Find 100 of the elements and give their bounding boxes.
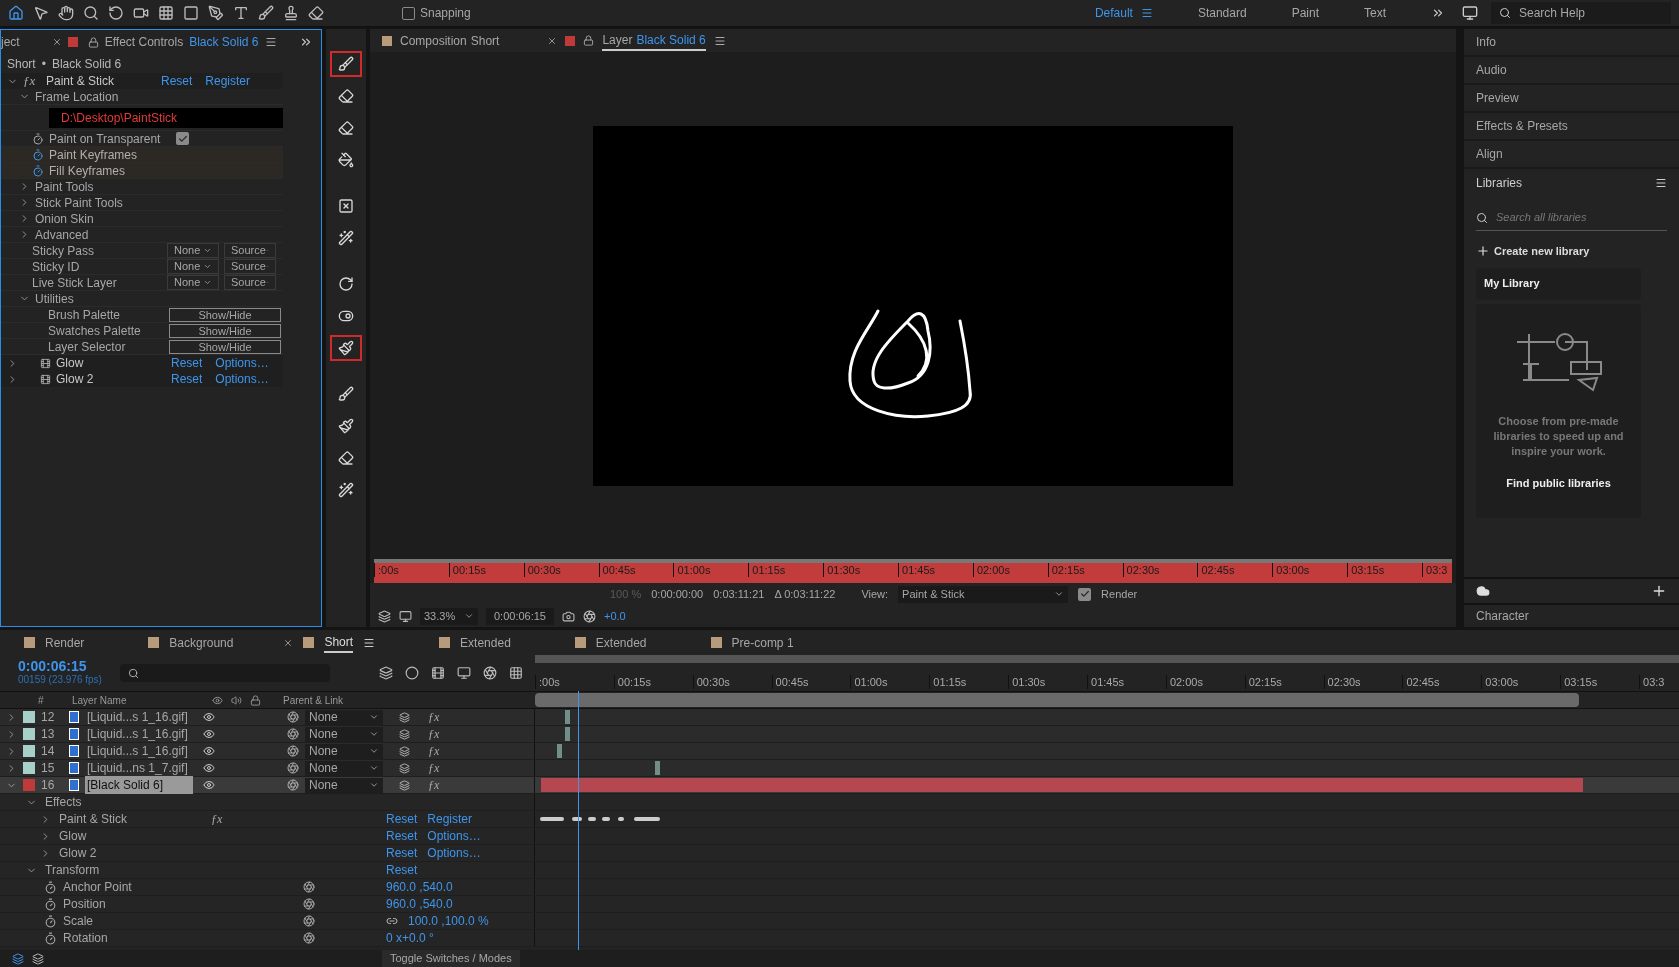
panel-item[interactable]: Effects & Presets [1464, 113, 1679, 141]
fx-switch[interactable]: ƒx [428, 708, 440, 726]
checkbox[interactable] [402, 6, 415, 20]
paint-tool[interactable] [330, 51, 362, 77]
create-library-link[interactable]: Create new library [1494, 243, 1590, 260]
search-field[interactable]: Search Help [1491, 2, 1671, 24]
parent-dropdown[interactable]: None [305, 777, 383, 793]
eye-icon[interactable] [203, 711, 215, 723]
cloud-icon[interactable] [1476, 584, 1490, 598]
exposure-value[interactable]: +0.0 [604, 607, 626, 625]
camera-icon[interactable] [562, 609, 575, 623]
eraser-icon[interactable] [308, 5, 324, 21]
eye-icon[interactable] [203, 745, 215, 757]
panel-item[interactable]: Preview [1464, 85, 1679, 113]
close-icon[interactable] [547, 35, 558, 46]
layers-icon[interactable] [32, 952, 44, 965]
lock-icon[interactable] [87, 36, 99, 48]
rotate-icon[interactable] [108, 5, 124, 21]
stamp-icon[interactable] [283, 5, 299, 21]
effect-link[interactable]: Reset [386, 844, 418, 862]
pointer-icon[interactable] [33, 5, 49, 21]
layer-name[interactable]: [Black Solid 6] [85, 776, 193, 794]
in-point[interactable]: 0:00:00:00 [651, 585, 704, 603]
stopwatch-icon[interactable] [32, 148, 44, 161]
close-icon[interactable] [283, 637, 294, 648]
fx-switch[interactable]: ƒx [428, 759, 440, 777]
parent-dropdown[interactable]: None [305, 760, 383, 776]
panel-title[interactable]: Libraries [1476, 174, 1523, 192]
eye-icon[interactable] [203, 762, 215, 774]
layer-row[interactable]: 16 [Black Solid 6] None ƒx [0, 777, 1679, 794]
eye-icon[interactable] [203, 728, 215, 740]
layer-name[interactable]: [Liquid...ns 1_7.gif] [85, 759, 193, 777]
menu-icon[interactable] [363, 636, 376, 649]
menu-icon[interactable] [1655, 177, 1667, 189]
zoom-dropdown[interactable]: 33.3% [420, 607, 478, 625]
effect-link[interactable]: Reset [161, 72, 193, 90]
composition-tab[interactable]: Extended [595, 633, 647, 652]
eye-icon[interactable] [212, 694, 223, 706]
checkbox[interactable] [176, 132, 189, 145]
label-swatch[interactable] [23, 779, 35, 791]
column-header[interactable]: Parent & Link [283, 692, 344, 708]
grid-icon[interactable] [158, 5, 174, 21]
layer-row[interactable]: 12 [Liquid...s 1_16.gif] None ƒx [0, 709, 1679, 726]
column-header[interactable]: # [38, 692, 64, 708]
dropdown[interactable]: Source [224, 243, 276, 258]
composition-tab[interactable]: Background [169, 633, 234, 652]
property-value[interactable]: 960.0 ,540.0 [386, 895, 453, 913]
dropdown[interactable]: Source [224, 259, 276, 274]
property-value[interactable]: 0 x+0.0 ° [386, 929, 434, 947]
library-search-field[interactable]: Search all libraries [1476, 205, 1667, 231]
layer-name[interactable]: [Liquid...s 1_16.gif] [85, 708, 193, 726]
view-dropdown[interactable]: Paint & Stick [898, 585, 1069, 603]
paint-tool[interactable] [330, 335, 362, 361]
label-swatch[interactable] [23, 745, 35, 757]
link-icon[interactable] [386, 915, 398, 927]
stopwatch-icon[interactable] [44, 897, 57, 911]
stopwatch-icon[interactable] [44, 931, 57, 945]
layer-search-field[interactable] [119, 664, 330, 682]
eye-icon[interactable] [203, 779, 215, 791]
plus-icon[interactable] [1651, 583, 1667, 599]
camera-icon[interactable] [133, 5, 149, 21]
layer-name[interactable]: [Liquid...s 1_16.gif] [85, 742, 193, 760]
effect-link[interactable]: Reset [171, 354, 203, 372]
type-icon[interactable] [233, 5, 249, 21]
brush-icon[interactable] [258, 5, 274, 21]
viewer-tab[interactable]: Composition Short [400, 31, 500, 50]
find-libraries-link[interactable]: Find public libraries [1506, 474, 1611, 491]
menu-icon[interactable] [264, 36, 277, 48]
stopwatch-icon[interactable] [32, 164, 44, 177]
switch-icon[interactable] [399, 745, 410, 757]
parent-dropdown[interactable]: None [305, 726, 383, 742]
hand-icon[interactable] [58, 5, 74, 21]
workspace-tab[interactable]: Text [1364, 4, 1386, 22]
panel-item[interactable]: Info [1464, 29, 1679, 57]
toggle-modes-button[interactable]: Toggle Switches / Modes [382, 950, 520, 967]
panel-tab[interactable]: ject [1, 33, 20, 51]
effect-link[interactable]: Options… [215, 370, 269, 388]
effect-link[interactable]: Options… [427, 844, 481, 862]
label-swatch[interactable] [23, 762, 35, 774]
effect-link[interactable]: Reset [171, 370, 203, 388]
dropdown[interactable]: None [167, 275, 219, 290]
menu-icon[interactable] [713, 34, 726, 47]
layer-row[interactable]: 15 [Liquid...ns 1_7.gif] None ƒx [0, 760, 1679, 777]
show-hide-button[interactable]: Show/Hide [169, 339, 281, 354]
home-icon[interactable] [8, 5, 24, 21]
timecode-field[interactable]: 0:00:06:15 [486, 607, 554, 625]
fx-switch[interactable]: ƒx [428, 776, 440, 794]
label-swatch[interactable] [23, 728, 35, 740]
panel-item[interactable]: Audio [1464, 57, 1679, 85]
more-icon[interactable] [299, 35, 313, 49]
workspace-tab[interactable]: Paint [1291, 4, 1319, 22]
menu-icon[interactable] [1140, 7, 1153, 19]
pen-icon[interactable] [208, 5, 224, 21]
monitor-icon[interactable] [399, 609, 412, 623]
panel-item[interactable]: Align [1464, 141, 1679, 169]
out-point[interactable]: 0:03:11:21 [713, 585, 765, 603]
panel-item[interactable]: Character [1464, 603, 1679, 627]
parent-dropdown[interactable]: None [305, 743, 383, 759]
rectangle-icon[interactable] [183, 5, 199, 21]
comp-icon[interactable] [12, 952, 24, 965]
